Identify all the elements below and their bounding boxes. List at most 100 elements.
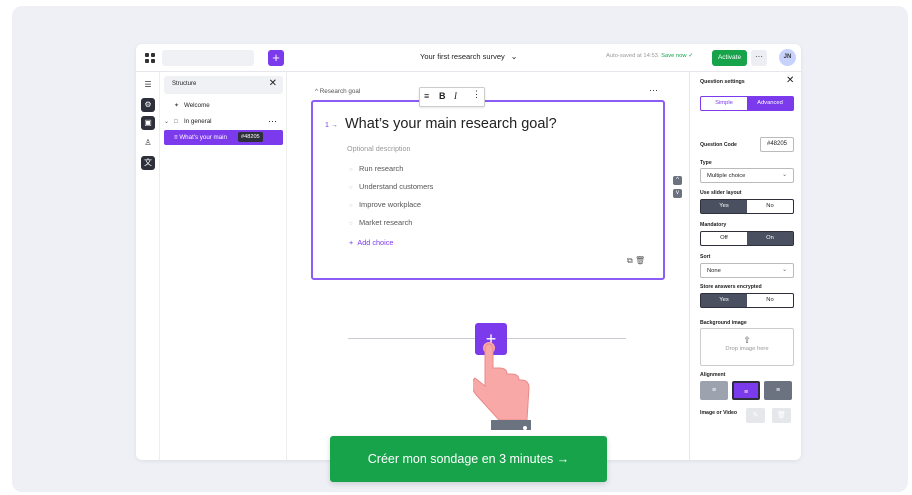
encrypt-toggle[interactable]: Yes No	[700, 293, 794, 308]
add-icon[interactable]: +	[268, 50, 284, 66]
pointer-hand-icon	[473, 342, 531, 430]
left-rail: ☰ ⚙ ▣ ♙ 文	[136, 72, 160, 460]
choice-label: Improve workplace	[359, 200, 422, 209]
structure-panel: Structure ✕ ✦ Welcome ⌄ □ In general ⋯ ≡ Wh…	[160, 72, 287, 460]
create-survey-button[interactable]: Créer mon sondage en 3 minutes →	[330, 436, 607, 482]
question-title[interactable]: What’s your main research goal?	[345, 116, 557, 132]
sort-value: None	[707, 268, 721, 274]
question-settings-panel: Question settings ✕ Simple Advanced Ques…	[689, 72, 801, 460]
question-number: 1 →	[325, 122, 338, 129]
move-up-icon[interactable]: ^	[673, 176, 682, 185]
question-code-input[interactable]: #48205	[760, 137, 794, 152]
choice-label: Understand customers	[359, 182, 434, 191]
gear-icon[interactable]: ⚙	[141, 98, 155, 112]
choice-item[interactable]: ○ Run research	[349, 164, 403, 173]
type-select[interactable]: Multiple choice ⌄	[700, 168, 794, 183]
survey-title: Your first research survey	[420, 52, 505, 61]
sort-select[interactable]: None ⌄	[700, 263, 794, 278]
close-icon[interactable]: ✕	[269, 78, 277, 89]
top-bar: + Your first research survey ⌄ Auto-saved…	[136, 44, 801, 72]
autosave-status: Auto-saved at 14:53. Save now ✓	[606, 53, 693, 59]
save-now-link[interactable]: Save now	[661, 53, 686, 59]
image-dropzone[interactable]: ⇧ Drop image here	[700, 328, 794, 366]
group-more-icon[interactable]: ⋯	[649, 85, 658, 96]
mode-toggle[interactable]: Simple Advanced	[700, 96, 794, 111]
slider-layout-toggle[interactable]: Yes No	[700, 199, 794, 214]
image-video-label: Image or Video	[700, 410, 738, 416]
settings-title: Question settings	[700, 79, 745, 85]
italic-icon[interactable]: I	[454, 91, 457, 101]
drag-handle-icon[interactable]: ○	[349, 221, 359, 227]
question-card[interactable]: 1 → What’s your main research goal? Opti…	[311, 100, 665, 280]
theme-icon[interactable]: ▣	[141, 116, 155, 130]
apps-grid-icon[interactable]	[145, 53, 155, 63]
encrypt-yes-option[interactable]: Yes	[701, 294, 747, 307]
chevron-down-icon: ⌄	[164, 118, 170, 125]
copy-icon[interactable]: ⧉	[627, 256, 633, 265]
encrypt-label: Store answers encrypted	[700, 284, 762, 290]
survey-title-dropdown[interactable]: Your first research survey ⌄	[420, 52, 517, 61]
sort-label: Sort	[700, 254, 711, 260]
slider-no-option[interactable]: No	[747, 200, 793, 213]
trash-icon[interactable]: 🗑	[772, 408, 791, 423]
bold-icon[interactable]: B	[439, 91, 446, 101]
alignment-label: Alignment	[700, 372, 726, 378]
chevron-down-icon: ⌄	[782, 267, 787, 273]
drag-handle-icon[interactable]: ○	[349, 167, 359, 173]
text-format-toolbar: ≡ B I ⋮	[419, 87, 485, 107]
align-icon[interactable]: ≡	[424, 91, 429, 101]
chevron-down-icon: ⌄	[782, 172, 787, 178]
choice-item[interactable]: ○ Understand customers	[349, 182, 433, 191]
slider-layout-label: Use slider layout	[700, 190, 742, 196]
choice-item[interactable]: ○ Improve workplace	[349, 200, 421, 209]
question-code-label: Question Code	[700, 142, 737, 148]
mandatory-label: Mandatory	[700, 222, 727, 228]
background-image-label: Background image	[700, 320, 747, 326]
chevron-down-icon: ⌄	[510, 52, 518, 61]
add-choice-button[interactable]: + Add choice	[349, 238, 393, 247]
edit-icon[interactable]: ✎	[746, 408, 765, 423]
mode-advanced-option[interactable]: Advanced	[747, 97, 793, 110]
activate-button[interactable]: Activate	[712, 50, 747, 66]
survey-editor: + Your first research survey ⌄ Auto-saved…	[136, 44, 801, 460]
mode-simple-option[interactable]: Simple	[701, 97, 747, 110]
align-left-option[interactable]: ≡	[700, 381, 728, 400]
group-more-icon[interactable]: ⋯	[268, 116, 277, 127]
mandatory-toggle[interactable]: Off On	[700, 231, 794, 246]
slider-yes-option[interactable]: Yes	[701, 200, 747, 213]
choice-item[interactable]: ○ Market research	[349, 218, 412, 227]
tree-item-welcome[interactable]: ✦ Welcome	[174, 102, 210, 109]
translate-icon[interactable]: 文	[141, 156, 155, 170]
tree-item-label: In general	[184, 118, 212, 125]
encrypt-no-option[interactable]: No	[747, 294, 793, 307]
question-id-badge: #48205	[238, 132, 263, 142]
move-down-icon[interactable]: v	[673, 189, 682, 198]
avatar[interactable]: JN	[779, 49, 796, 66]
top-search-input[interactable]	[162, 50, 254, 66]
structure-icon[interactable]: ☰	[141, 78, 155, 92]
trash-icon[interactable]: 🗑	[635, 256, 645, 265]
mandatory-on-option[interactable]: On	[747, 232, 793, 245]
autosave-text: Auto-saved at 14:53.	[606, 53, 660, 59]
tree-item-text: What's your main	[179, 134, 227, 141]
drag-handle-icon[interactable]: ○	[349, 203, 359, 209]
mandatory-off-option[interactable]: Off	[701, 232, 747, 245]
align-right-option[interactable]: ≡	[732, 381, 760, 400]
more-options-button[interactable]: ···	[751, 50, 767, 66]
tree-item-in-general[interactable]: ⌄ □ In general	[164, 118, 212, 125]
choice-label: Run research	[359, 164, 404, 173]
group-header[interactable]: ^ Research goal	[315, 88, 360, 95]
users-icon[interactable]: ♙	[141, 136, 155, 150]
tree-item-label: ≡ What's your main	[174, 134, 227, 141]
pin-icon: ✦	[174, 102, 180, 109]
drag-handle-icon[interactable]: ○	[349, 185, 359, 191]
close-icon[interactable]: ✕	[786, 75, 794, 86]
tree-item-selected-question[interactable]: ≡ What's your main #48205	[164, 130, 283, 145]
more-icon[interactable]: ⋮	[472, 89, 481, 100]
choice-label: Market research	[359, 218, 413, 227]
align-center-option[interactable]: ≡	[764, 381, 792, 400]
question-canvas: ^ Research goal ⋯ 1 → What’s your main r…	[287, 72, 689, 460]
card-actions: ⧉ 🗑	[627, 256, 645, 266]
question-description[interactable]: Optional description	[347, 144, 411, 153]
upload-icon: ⇧	[743, 335, 751, 345]
